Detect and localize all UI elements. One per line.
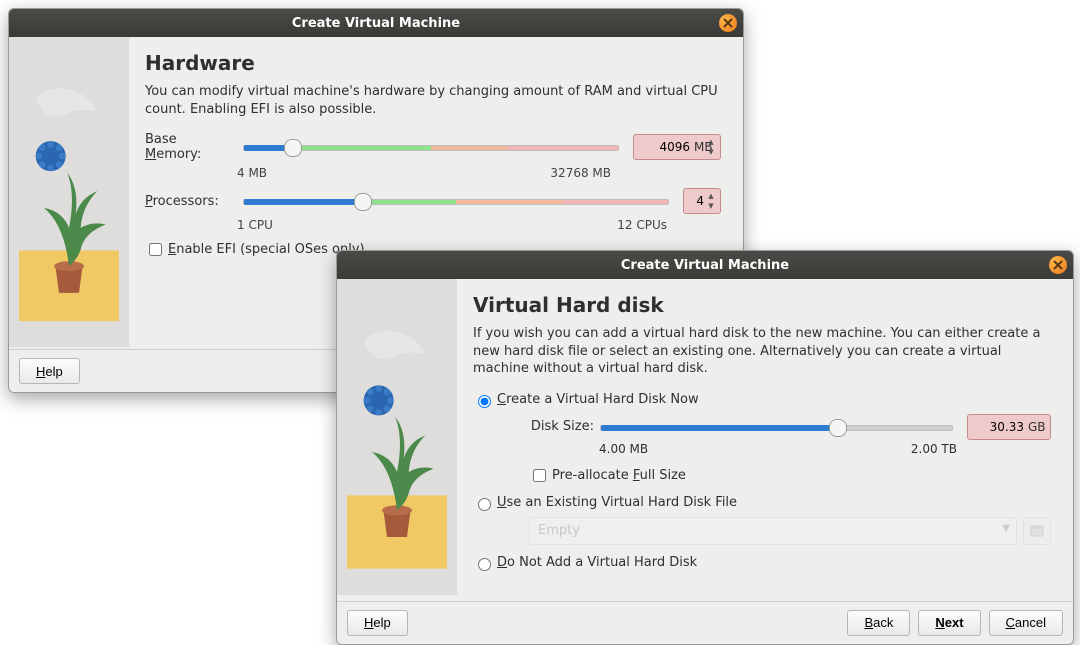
disk-size-label: Disk Size: [529, 419, 600, 434]
memory-input[interactable] [640, 139, 692, 155]
disk-size-spinbox[interactable]: GB [967, 414, 1051, 440]
page-title: Virtual Hard disk [473, 293, 1051, 317]
create-disk-radio[interactable]: Create a Virtual Hard Disk Now [473, 392, 1051, 408]
window-title: Create Virtual Machine [337, 258, 1073, 273]
close-icon[interactable] [719, 14, 737, 32]
help-button[interactable]: Help [19, 358, 80, 384]
chevron-down-icon: ▼ [1002, 523, 1010, 534]
stepper-up-icon[interactable]: ▲ [704, 137, 718, 147]
wizard-illustration [337, 279, 457, 595]
memory-scale: 4 MB32768 MB [237, 166, 611, 180]
preallocate-checkbox[interactable]: Pre-allocate Full Size [529, 466, 1051, 485]
cancel-button[interactable]: Cancel [989, 610, 1063, 636]
close-icon[interactable] [1049, 256, 1067, 274]
processors-label: Processors: [145, 194, 243, 209]
page-title: Hardware [145, 51, 721, 75]
stepper-up-icon[interactable]: ▲ [704, 191, 718, 201]
back-button[interactable]: Back [847, 610, 910, 636]
processors-scale: 1 CPU12 CPUs [237, 218, 667, 232]
browse-disk-button [1023, 517, 1051, 545]
wizard-illustration [9, 37, 129, 347]
titlebar[interactable]: Create Virtual Machine [337, 251, 1073, 279]
use-existing-disk-radio[interactable]: Use an Existing Virtual Hard Disk File [473, 495, 1051, 511]
processors-spinbox[interactable]: ▲▼ [683, 188, 721, 214]
window-title: Create Virtual Machine [9, 16, 743, 31]
memory-spinbox[interactable]: MB ▲▼ [633, 134, 721, 160]
page-description: You can modify virtual machine's hardwar… [145, 83, 721, 118]
page-description: If you wish you can add a virtual hard d… [473, 325, 1051, 378]
next-button[interactable]: Next [918, 610, 980, 636]
help-button[interactable]: Help [347, 610, 408, 636]
memory-label: Base Memory: [145, 132, 243, 162]
disk-dialog: Create Virtual Machine [336, 250, 1074, 645]
titlebar[interactable]: Create Virtual Machine [9, 9, 743, 37]
disk-size-input[interactable] [974, 419, 1026, 435]
existing-disk-combo: Empty ▼ [529, 517, 1017, 545]
no-disk-radio[interactable]: Do Not Add a Virtual Hard Disk [473, 555, 1051, 571]
stepper-down-icon[interactable]: ▼ [704, 147, 718, 157]
disk-size-slider[interactable] [600, 417, 953, 437]
stepper-down-icon[interactable]: ▼ [704, 201, 718, 211]
memory-slider[interactable] [243, 137, 619, 157]
processors-slider[interactable] [243, 191, 669, 211]
disk-scale: 4.00 MB2.00 TB [599, 442, 957, 456]
